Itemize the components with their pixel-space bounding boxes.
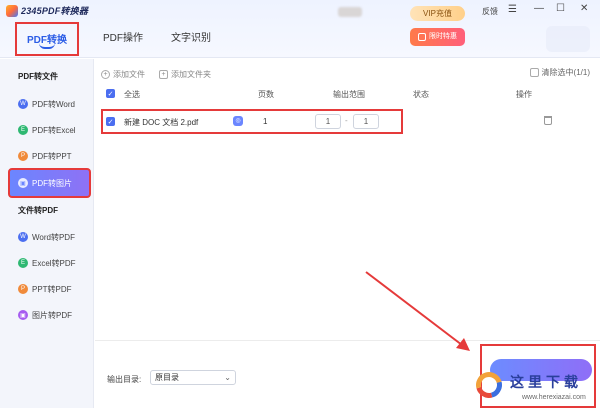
table-row[interactable]: ✓ 新建 DOC 文档 2.pdf ◎ 1 1 - 1	[101, 109, 403, 134]
app-logo: 2345PDF转换器	[6, 4, 88, 17]
excel-icon: E	[18, 258, 28, 268]
sidebar-item-label: Excel转PDF	[32, 258, 76, 268]
column-pages: 页数	[258, 90, 274, 99]
word-icon: W	[18, 232, 28, 242]
limited-offer-button[interactable]: 限时特惠	[410, 28, 465, 46]
excel-icon: E	[18, 125, 28, 135]
feedback-link[interactable]: 反馈	[482, 6, 498, 17]
output-dir-label: 输出目录:	[107, 375, 142, 384]
add-folder-button[interactable]: + 添加文件夹	[159, 69, 211, 80]
active-tab-indicator	[39, 43, 55, 49]
sidebar-item-image-to-pdf[interactable]: ▣ 图片转PDF	[10, 303, 88, 327]
file-preview-icon[interactable]: ◎	[233, 116, 243, 126]
add-file-label: 添加文件	[113, 69, 145, 79]
clear-selected-button[interactable]: 清除选中(1/1)	[529, 67, 590, 78]
header-decoration	[546, 26, 590, 52]
sidebar: PDF转文件 W PDF转Word E PDF转Excel P PDF转PPT …	[0, 59, 94, 408]
plus-square-icon: +	[159, 69, 168, 79]
ppt-icon: P	[18, 151, 28, 161]
delete-row-icon[interactable]	[544, 116, 552, 125]
gift-icon	[418, 33, 426, 41]
tab-pdf-operations[interactable]: PDF操作	[89, 22, 157, 56]
app-logo-icon	[6, 4, 18, 17]
sidebar-item-label: PDF转Excel	[32, 125, 76, 135]
sidebar-item-pdf-to-ppt[interactable]: P PDF转PPT	[10, 144, 88, 168]
sidebar-item-label: PDF转PPT	[32, 151, 72, 161]
clear-selected-label: 清除选中(1/1)	[541, 68, 590, 77]
output-dir-select[interactable]: 原目录 ⌄	[150, 370, 236, 385]
menu-icon[interactable]: ☰	[508, 4, 517, 15]
sidebar-section-pdf-to-file: PDF转文件	[18, 72, 58, 81]
sidebar-item-label: 图片转PDF	[32, 310, 72, 320]
main-tabs: PDF转换 PDF操作 文字识别	[15, 22, 225, 56]
title-bar: 2345PDF转换器 VIP充值 限时特惠 反馈 ☰ — ☐ ✕ PDF转换 P…	[0, 0, 600, 58]
image-icon: ▣	[18, 310, 28, 320]
site-logo-icon	[471, 367, 507, 403]
select-all-checkbox[interactable]: ✓	[106, 89, 115, 98]
column-range: 输出范围	[333, 90, 365, 99]
tab-text-recognition[interactable]: 文字识别	[157, 22, 225, 56]
minimize-icon[interactable]: —	[534, 3, 544, 14]
row-checkbox[interactable]: ✓	[106, 117, 115, 126]
maximize-icon[interactable]: ☐	[556, 3, 565, 14]
sidebar-item-pdf-to-excel[interactable]: E PDF转Excel	[10, 118, 88, 142]
sidebar-item-label: PDF转图片	[32, 178, 72, 188]
toolbar: + 添加文件 + 添加文件夹 清除选中(1/1)	[101, 67, 590, 81]
site-watermark-url: www.herexiazai.com	[522, 394, 586, 401]
limited-offer-label: 限时特惠	[429, 33, 457, 40]
page-count: 1	[263, 117, 268, 126]
range-to-input[interactable]: 1	[353, 114, 379, 129]
table-header: ✓ 全选 页数 输出范围 状态 操作	[101, 87, 590, 101]
sidebar-item-pdf-to-word[interactable]: W PDF转Word	[10, 92, 88, 116]
trash-icon	[529, 68, 539, 77]
column-select-all: 全选	[124, 90, 140, 99]
vip-button[interactable]: VIP充值	[410, 6, 465, 21]
add-file-button[interactable]: + 添加文件	[101, 69, 145, 80]
sidebar-item-label: Word转PDF	[32, 232, 75, 242]
chevron-down-icon: ⌄	[224, 373, 231, 382]
sidebar-item-excel-to-pdf[interactable]: E Excel转PDF	[10, 251, 88, 275]
file-name: 新建 DOC 文档 2.pdf	[124, 118, 199, 127]
sidebar-item-pdf-to-image[interactable]: ▣ PDF转图片	[8, 168, 91, 198]
column-status: 状态	[413, 90, 429, 99]
range-from-input[interactable]: 1	[315, 114, 341, 129]
app-title: 2345PDF转换器	[21, 6, 89, 16]
column-action: 操作	[516, 90, 532, 99]
word-icon: W	[18, 99, 28, 109]
add-folder-label: 添加文件夹	[171, 69, 211, 79]
sidebar-item-ppt-to-pdf[interactable]: P PPT转PDF	[10, 277, 88, 301]
output-dir-value: 原目录	[155, 373, 179, 382]
sidebar-section-file-to-pdf: 文件转PDF	[18, 206, 58, 215]
close-icon[interactable]: ✕	[580, 3, 588, 14]
user-avatar[interactable]	[338, 7, 362, 17]
site-watermark: 这里下载 www.herexiazai.com	[471, 367, 598, 408]
ppt-icon: P	[18, 284, 28, 294]
site-watermark-text: 这里下载	[510, 375, 582, 391]
sidebar-item-label: PDF转Word	[32, 99, 75, 109]
sidebar-item-label: PPT转PDF	[32, 284, 72, 294]
tab-pdf-convert[interactable]: PDF转换	[15, 22, 79, 56]
image-icon: ▣	[18, 178, 28, 188]
sidebar-item-word-to-pdf[interactable]: W Word转PDF	[10, 225, 88, 249]
range-separator: -	[345, 116, 348, 125]
plus-circle-icon: +	[101, 69, 110, 79]
